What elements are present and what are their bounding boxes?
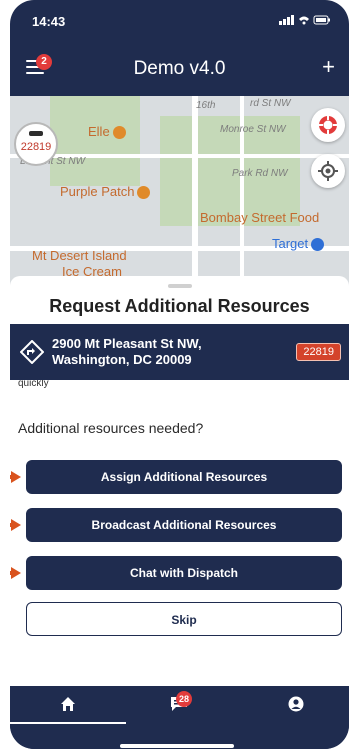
map-label-mt-desert: Mt Desert Island [32,248,127,263]
lifebuoy-icon [319,115,337,134]
car-icon [29,131,43,136]
map-label-bombay: Bombay Street Food [200,210,320,225]
incident-number-badge: 22819 [296,343,341,361]
phone-screen: 14:43 2 Demo v4.0 + Elle Lamont St NW Pu… [10,0,349,749]
status-bar: 14:43 [10,0,349,40]
directions-icon[interactable] [20,340,44,364]
arrow-pointer-icon [10,519,21,531]
tab-messages[interactable]: 28 [162,691,196,720]
request-resources-sheet: Request Additional Resources 2900 Mt Ple… [10,276,349,686]
status-icons [279,14,331,29]
resources-question: Additional resources needed? [18,420,204,436]
app-title: Demo v4.0 [133,58,226,79]
tab-home[interactable] [51,696,85,720]
crosshair-icon [318,160,338,181]
top-nav-bar: 2 Demo v4.0 + [10,40,349,96]
arrow-pointer-icon [10,567,21,579]
map-label-street: rd St NW [250,98,291,109]
map-label-purple-patch: Purple Patch [60,184,151,200]
messages-badge: 28 [176,691,192,707]
skip-button[interactable]: Skip [26,602,342,636]
map-label-target: Target [272,236,325,252]
add-button[interactable]: + [322,54,335,80]
bottom-tab-bar: 28 [10,686,349,749]
map-label-elle: Elle [88,124,126,140]
signal-wifi-battery-icon [279,15,330,25]
map-label-monroe: Monroe St NW [220,124,286,135]
sheet-title: Request Additional Resources [49,296,310,316]
map-label-park-rd: Park Rd NW [232,168,288,179]
active-tab-indicator [10,722,126,724]
status-time: 14:43 [32,14,66,29]
broadcast-resources-button[interactable]: Broadcast Additional Resources [26,508,342,542]
home-indicator [120,744,234,748]
arrow-pointer-icon [10,471,21,483]
lifebuoy-button[interactable] [311,108,345,142]
incident-map-marker[interactable]: 22819 [14,122,58,166]
map-view[interactable]: Elle Lamont St NW Purple Patch Bombay St… [10,96,349,286]
map-label-16th: 16th [196,100,216,111]
assign-resources-button[interactable]: Assign Additional Resources [26,460,342,494]
partial-text: quickly [18,380,49,388]
user-circle-icon [288,696,304,712]
locate-button[interactable] [311,154,345,188]
address-bar: 2900 Mt Pleasant St NW, Washington, DC 2… [10,324,349,380]
home-icon [61,697,75,711]
chat-dispatch-button[interactable]: Chat with Dispatch [26,556,342,590]
tab-profile[interactable] [279,696,313,720]
sheet-drag-handle[interactable] [168,284,192,288]
incident-address: 2900 Mt Pleasant St NW, Washington, DC 2… [52,336,202,367]
